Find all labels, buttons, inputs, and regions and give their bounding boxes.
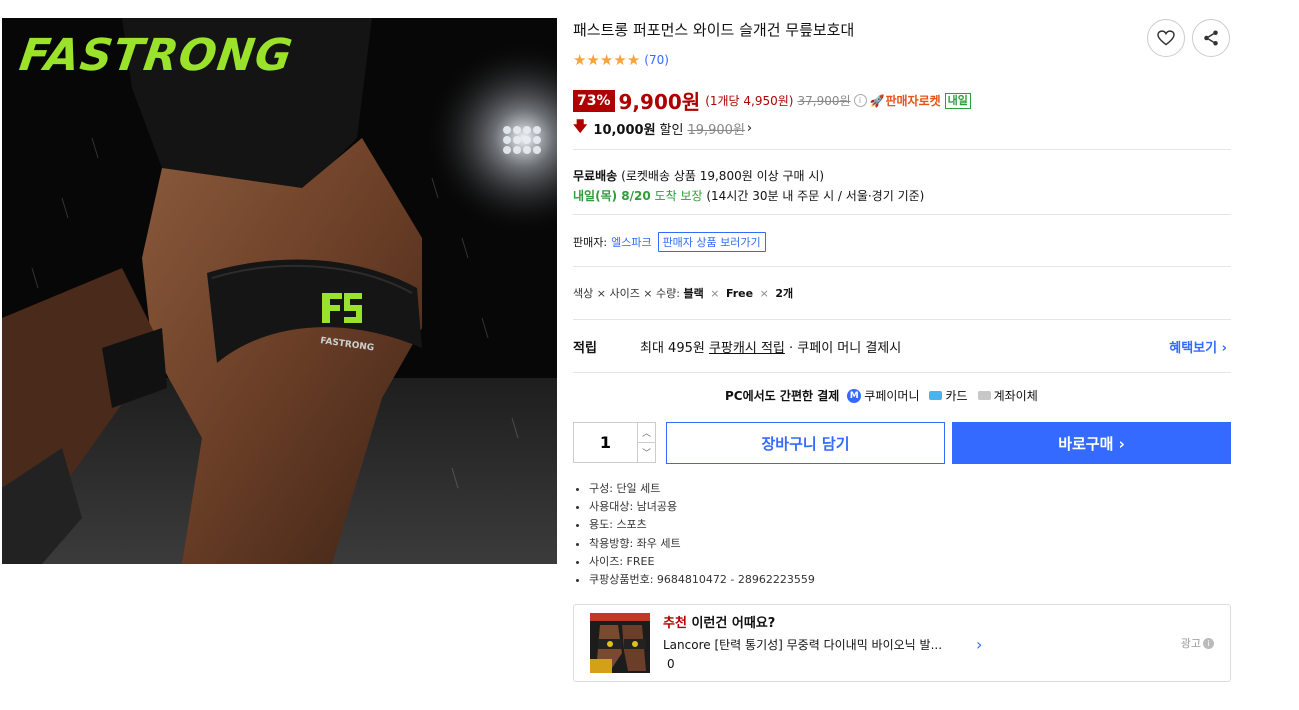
seller-label: 판매자:: [573, 236, 608, 249]
spec-list: 구성: 단일 세트 사용대상: 남녀공용 용도: 스포츠 착용방향: 좌우 세트…: [573, 480, 815, 589]
payment-title: PC에서도 간편한 결제: [725, 389, 840, 403]
payment-method-label: 계좌이체: [993, 389, 1038, 403]
spec-item: 용도: 스포츠: [589, 516, 815, 534]
chevron-right-icon: ›: [746, 120, 753, 136]
recommended-product-thumbnail[interactable]: [590, 613, 650, 673]
seller-rocket-label: 판매자로켓: [885, 94, 941, 108]
payment-method-kpay: M 쿠페이머니: [847, 387, 919, 404]
bank-icon: [977, 391, 991, 400]
divider: [573, 214, 1231, 215]
star-icon: ★: [613, 51, 627, 69]
payment-method-bank: 계좌이체: [977, 387, 1038, 404]
spec-item: 사용대상: 남녀공용: [589, 498, 815, 516]
reward-row: 적립 최대 495원 쿠팡캐시 적립 · 쿠페이 머니 결제시 혜택보기 ›: [573, 337, 1231, 356]
product-title: 패스트롱 퍼포먼스 와이드 슬개건 무릎보호대: [573, 21, 855, 39]
arrival-detail: (14시간 30분 내 주문 시 / 서울⋅경기 기준): [706, 189, 925, 203]
star-icon: ★: [626, 51, 641, 69]
divider: [573, 372, 1231, 373]
brand-logo: FASTRONG: [16, 30, 297, 81]
payment-methods: PC에서도 간편한 결제 M 쿠페이머니 카드 계좌이체: [725, 387, 1048, 404]
spec-item: 사이즈: FREE: [589, 553, 815, 571]
arrival-date: 내일(목) 8/20: [573, 189, 651, 203]
option-size: Free: [725, 287, 754, 300]
original-price: 37,900원: [797, 94, 851, 108]
stepper-up-icon[interactable]: ︿: [638, 423, 655, 442]
ad-label-text: 광고: [1180, 637, 1201, 650]
down-arrow-icon: 🡇: [573, 119, 588, 135]
coupon-text: 할인: [659, 122, 684, 138]
seller-name-link[interactable]: 엘스파크: [611, 234, 651, 250]
divider: [573, 319, 1231, 320]
product-photo: FASTRONG: [2, 18, 557, 564]
arrival-info: 내일(목) 8/20 도착 보장 (14시간 30분 내 주문 시 / 서울⋅경…: [573, 187, 924, 204]
option-color: 블랙: [683, 287, 704, 300]
ad-label[interactable]: 광고 i: [1181, 635, 1214, 651]
reward-suffix: · 쿠페이 머니 결제시: [789, 341, 902, 356]
discount-badge: 73%: [573, 89, 615, 112]
recommendation-ad[interactable]: 추천 이런건 어때요? Lancore [탄력 통기성] 무중력 다이내믹 바이…: [573, 604, 1231, 682]
share-icon: [1204, 30, 1218, 46]
info-icon[interactable]: i: [853, 94, 867, 107]
heart-icon: [1157, 30, 1175, 46]
payment-method-card: 카드: [929, 387, 968, 404]
reward-text: 최대 495원 쿠팡캐시 적립 · 쿠페이 머니 결제시: [640, 337, 901, 356]
star-icon: ★: [573, 51, 587, 69]
chevron-right-icon[interactable]: ›: [976, 635, 982, 654]
kpay-icon: M: [847, 388, 862, 403]
recommendation-title-text: 이런건 어때요?: [691, 616, 776, 631]
quantity-stepper: ︿ ﹀: [573, 422, 656, 463]
selected-options: 색상 × 사이즈 × 수량: 블랙 × Free × 2개: [573, 285, 793, 301]
card-icon: [929, 391, 943, 400]
payment-method-label: 쿠페이머니: [864, 389, 920, 403]
benefits-link[interactable]: 혜택보기 ›: [1169, 337, 1227, 356]
arrival-guarantee: 도착 보장: [654, 189, 703, 203]
divider: [573, 266, 1231, 267]
coupang-cash-link[interactable]: 쿠팡캐시 적립: [709, 341, 785, 356]
price-row: 73% 9,900원 (1개당 4,950원) 37,900원 i 🚀 판매자로…: [573, 86, 971, 115]
recommendation-title: 추천 이런건 어때요?: [663, 612, 775, 631]
reward-label: 적립: [573, 341, 597, 356]
option-quantity: 2개: [775, 287, 794, 300]
coupon-amount: 10,000원: [593, 122, 656, 138]
spec-item: 구성: 단일 세트: [589, 480, 815, 498]
coupon-row[interactable]: 🡇 10,000원 할인 19,900원 ›: [573, 116, 752, 140]
sale-price: 9,900원: [618, 90, 701, 114]
reward-prefix: 최대 495원: [640, 341, 705, 356]
free-shipping-label: 무료배송: [573, 169, 618, 183]
seller-products-button[interactable]: 판매자 상품 보러가기: [657, 232, 766, 252]
add-to-cart-button[interactable]: 장바구니 담기: [666, 422, 945, 464]
buy-now-button[interactable]: 바로구매 ›: [952, 422, 1231, 464]
quantity-input[interactable]: [574, 423, 637, 462]
product-main-image[interactable]: FASTRONG FASTRONG: [2, 18, 557, 564]
recommended-product-price: 0: [667, 657, 675, 671]
review-count-link[interactable]: (70): [644, 53, 669, 67]
option-separator: ×: [710, 287, 720, 300]
option-labels: 색상 × 사이즈 × 수량:: [573, 287, 680, 300]
star-icon: ★: [599, 51, 614, 69]
product-rating[interactable]: ★ ★ ★ ★ ★ (70): [573, 52, 669, 68]
recommended-product-name[interactable]: Lancore [탄력 통기성] 무중력 다이내믹 바이오닉 발...: [663, 636, 942, 653]
option-separator: ×: [759, 287, 769, 300]
spec-item: 착용방향: 좌우 세트: [589, 535, 815, 553]
stepper-down-icon[interactable]: ﹀: [638, 442, 655, 462]
unit-price: (1개당 4,950원): [705, 94, 794, 108]
info-icon: i: [1203, 637, 1214, 649]
share-button[interactable]: [1192, 19, 1230, 57]
rocket-icon: 🚀: [869, 93, 885, 108]
free-shipping-detail: (로켓배송 상품 19,800원 이상 구매 시): [621, 169, 825, 183]
thumbnail-image: [590, 613, 650, 673]
wishlist-button[interactable]: [1147, 19, 1185, 57]
divider: [573, 149, 1231, 150]
shipping-info: 무료배송 (로켓배송 상품 19,800원 이상 구매 시): [573, 167, 824, 184]
quantity-buttons: ︿ ﹀: [637, 423, 655, 462]
spec-item: 쿠팡상품번호: 9684810472 - 28962223559: [589, 571, 815, 589]
recommendation-title-highlight: 추천: [663, 616, 687, 631]
arrival-badge: 내일: [944, 92, 971, 109]
payment-method-label: 카드: [945, 389, 968, 403]
star-icon: ★: [586, 51, 600, 69]
seller-row: 판매자: 엘스파크 판매자 상품 보러가기: [573, 232, 766, 252]
coupon-original-price: 19,900원: [687, 122, 745, 138]
